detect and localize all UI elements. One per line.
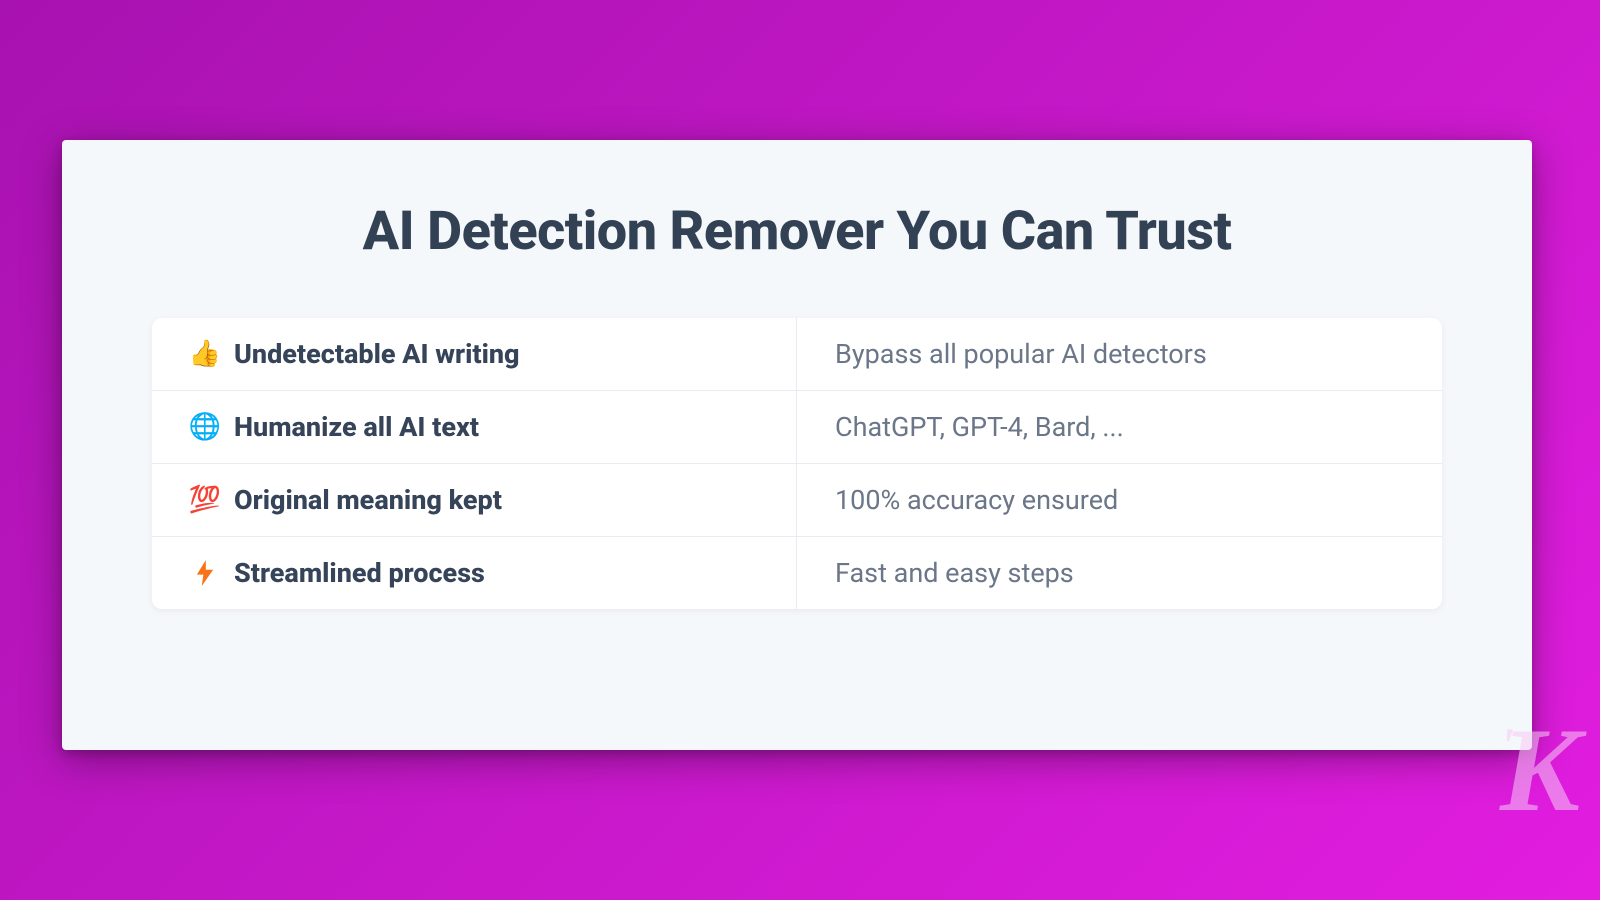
feature-title: Undetectable AI writing <box>234 338 520 370</box>
feature-title: Streamlined process <box>234 557 485 589</box>
thumbs-up-icon: 👍 <box>190 339 220 369</box>
feature-row: Streamlined process Fast and easy steps <box>152 537 1442 609</box>
feature-left-cell: 👍 Undetectable AI writing <box>152 318 797 390</box>
feature-right-cell: Bypass all popular AI detectors <box>797 318 1442 390</box>
feature-table: 👍 Undetectable AI writing Bypass all pop… <box>152 318 1442 609</box>
page-title: AI Detection Remover You Can Trust <box>62 200 1532 263</box>
feature-row: 💯 Original meaning kept 100% accuracy en… <box>152 464 1442 537</box>
feature-desc: Bypass all popular AI detectors <box>835 338 1207 370</box>
hundred-icon: 💯 <box>190 485 220 515</box>
feature-left-cell: Streamlined process <box>152 537 797 609</box>
feature-right-cell: 100% accuracy ensured <box>797 464 1442 536</box>
feature-desc: Fast and easy steps <box>835 557 1074 589</box>
feature-desc: ChatGPT, GPT-4, Bard, ... <box>835 411 1124 443</box>
feature-row: 🌐 Humanize all AI text ChatGPT, GPT-4, B… <box>152 391 1442 464</box>
feature-right-cell: Fast and easy steps <box>797 537 1442 609</box>
feature-left-cell: 🌐 Humanize all AI text <box>152 391 797 463</box>
globe-icon: 🌐 <box>190 412 220 442</box>
bolt-icon <box>190 560 220 586</box>
feature-left-cell: 💯 Original meaning kept <box>152 464 797 536</box>
watermark-logo: 'K <box>1500 710 1572 830</box>
feature-title: Original meaning kept <box>234 484 502 516</box>
feature-right-cell: ChatGPT, GPT-4, Bard, ... <box>797 391 1442 463</box>
feature-row: 👍 Undetectable AI writing Bypass all pop… <box>152 318 1442 391</box>
content-card: AI Detection Remover You Can Trust 👍 Und… <box>62 140 1532 750</box>
feature-title: Humanize all AI text <box>234 411 479 443</box>
feature-desc: 100% accuracy ensured <box>835 484 1118 516</box>
